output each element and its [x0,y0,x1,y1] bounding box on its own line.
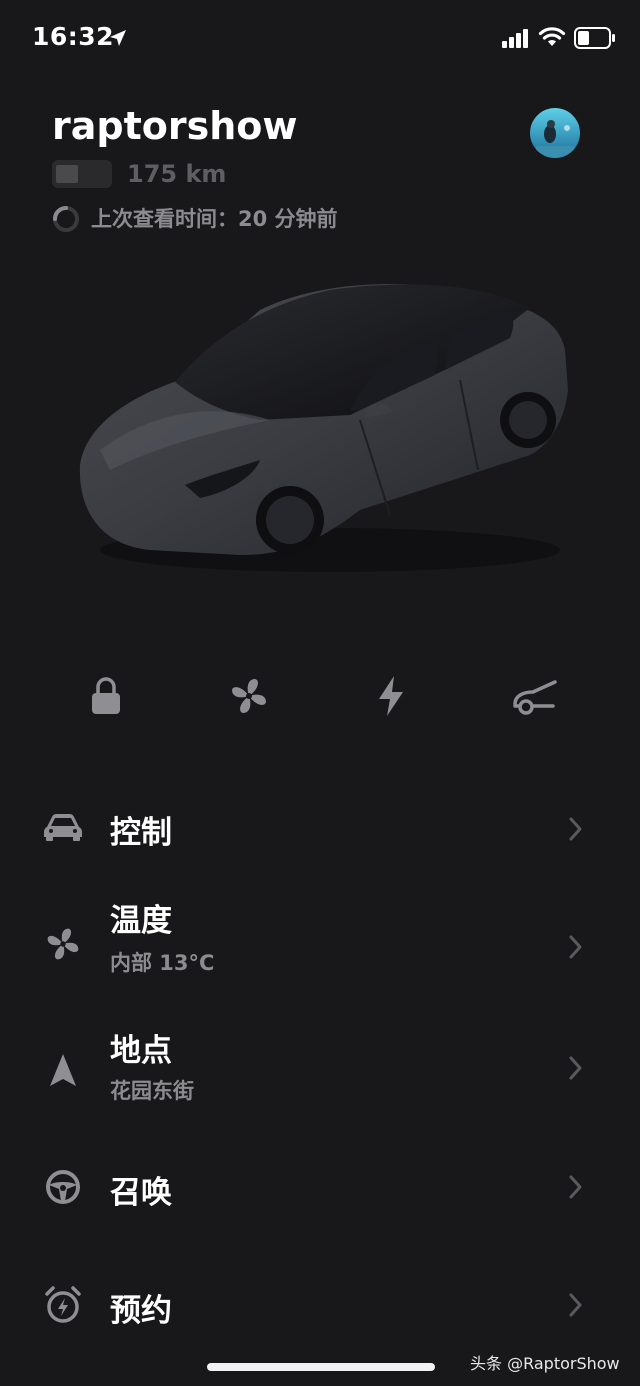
navigation-arrow-icon [42,1049,84,1091]
fan-icon [42,923,84,965]
watermark-text: 头条 @RaptorShow [470,1354,620,1373]
battery-status-icon [574,27,615,49]
fan-icon [232,679,266,713]
menu-location-title: 地点 [110,1033,172,1069]
home-indicator[interactable] [207,1363,435,1371]
steering-wheel-icon [42,1166,84,1208]
menu-item-summon[interactable]: 召唤 [0,1160,640,1220]
menu-climate-title: 温度 [110,903,172,939]
status-time: 16:32 [32,22,115,51]
bolt-icon [379,676,403,716]
last-seen-text: 上次查看时间：20 分钟前 [91,207,338,231]
climate-quick-button[interactable] [225,672,273,720]
lock-button[interactable] [82,672,130,720]
profile-avatar[interactable] [530,108,580,158]
trunk-icon [513,680,557,715]
chevron-right-icon [569,1175,582,1199]
chevron-right-icon [569,935,582,959]
chevron-right-icon [569,1293,582,1317]
menu-schedule-title: 预约 [110,1293,172,1329]
lock-icon [92,677,120,714]
menu-controls-title: 控制 [110,815,172,851]
vehicle-battery-icon [52,160,112,188]
alarm-clock-bolt-icon [42,1284,84,1326]
menu-item-climate[interactable]: 温度 内部 13°C [0,895,640,985]
menu-summon-title: 召唤 [110,1175,172,1211]
loading-spinner-icon [53,206,79,232]
menu-location-subtitle: 花园东街 [110,1079,194,1103]
vehicle-name: raptorshow [52,104,298,148]
range-value: 175 km [127,160,227,188]
cellular-signal-icon [502,29,528,48]
car-icon [42,806,84,848]
menu-item-location[interactable]: 地点 花园东街 [0,1025,640,1115]
chevron-right-icon [569,817,582,841]
location-arrow-icon [110,30,126,46]
wifi-icon [538,27,566,46]
frunk-button[interactable] [510,672,558,720]
menu-item-controls[interactable]: 控制 [0,800,640,860]
menu-item-schedule[interactable]: 预约 [0,1280,640,1340]
chevron-right-icon [569,1056,582,1080]
charge-button[interactable] [367,672,415,720]
menu-climate-subtitle: 内部 13°C [110,951,215,975]
car-image [79,283,568,572]
